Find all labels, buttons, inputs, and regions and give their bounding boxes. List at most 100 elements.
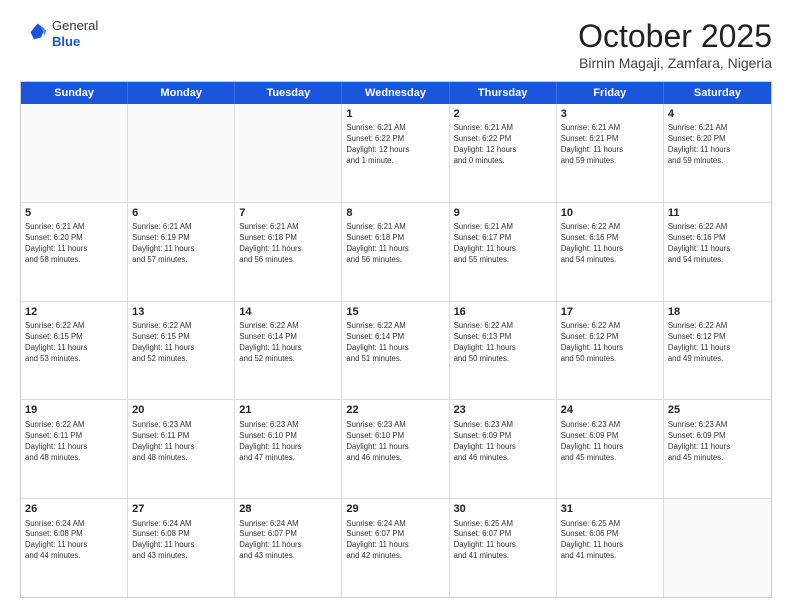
day-number: 30 <box>454 502 552 517</box>
calendar-body: 1Sunrise: 6:21 AMSunset: 6:22 PMDaylight… <box>21 104 771 597</box>
cell-info: Sunset: 6:08 PM <box>25 529 123 540</box>
cell-info: Sunrise: 6:23 AM <box>239 420 337 431</box>
calendar-header: SundayMondayTuesdayWednesdayThursdayFrid… <box>21 82 771 104</box>
calendar-cell: 5Sunrise: 6:21 AMSunset: 6:20 PMDaylight… <box>21 203 128 301</box>
cell-info: and 44 minutes. <box>25 551 123 562</box>
cell-info: and 56 minutes. <box>239 255 337 266</box>
cell-info: Daylight: 11 hours <box>346 442 444 453</box>
cell-info: Sunset: 6:11 PM <box>132 431 230 442</box>
cell-info: Sunrise: 6:21 AM <box>668 123 767 134</box>
cell-info: Daylight: 11 hours <box>132 244 230 255</box>
cell-info: Sunset: 6:15 PM <box>25 332 123 343</box>
logo-text: General Blue <box>52 18 98 49</box>
calendar-cell: 13Sunrise: 6:22 AMSunset: 6:15 PMDayligh… <box>128 302 235 400</box>
calendar-cell: 16Sunrise: 6:22 AMSunset: 6:13 PMDayligh… <box>450 302 557 400</box>
cell-info: Sunset: 6:16 PM <box>668 233 767 244</box>
cell-info: Sunrise: 6:21 AM <box>454 222 552 233</box>
cell-info: Sunset: 6:17 PM <box>454 233 552 244</box>
day-number: 17 <box>561 305 659 320</box>
cell-info: Sunset: 6:13 PM <box>454 332 552 343</box>
weekday-header-friday: Friday <box>557 82 664 104</box>
day-number: 14 <box>239 305 337 320</box>
cell-info: and 41 minutes. <box>454 551 552 562</box>
cell-info: and 43 minutes. <box>239 551 337 562</box>
day-number: 1 <box>346 107 444 122</box>
cell-info: Sunrise: 6:24 AM <box>239 519 337 530</box>
cell-info: and 0 minutes. <box>454 156 552 167</box>
cell-info: Sunset: 6:07 PM <box>346 529 444 540</box>
title-area: October 2025 Birnin Magaji, Zamfara, Nig… <box>578 18 772 71</box>
cell-info: Sunset: 6:14 PM <box>239 332 337 343</box>
cell-info: and 57 minutes. <box>132 255 230 266</box>
cell-info: Sunset: 6:12 PM <box>561 332 659 343</box>
cell-info: Daylight: 11 hours <box>25 343 123 354</box>
calendar-row-1: 5Sunrise: 6:21 AMSunset: 6:20 PMDaylight… <box>21 203 771 302</box>
calendar-cell: 27Sunrise: 6:24 AMSunset: 6:08 PMDayligh… <box>128 499 235 597</box>
cell-info: Sunset: 6:08 PM <box>132 529 230 540</box>
cell-info: Sunset: 6:07 PM <box>454 529 552 540</box>
logo-general: General <box>52 18 98 34</box>
cell-info: Sunrise: 6:24 AM <box>346 519 444 530</box>
cell-info: Daylight: 11 hours <box>454 442 552 453</box>
cell-info: Sunrise: 6:23 AM <box>132 420 230 431</box>
cell-info: Sunset: 6:14 PM <box>346 332 444 343</box>
calendar-cell: 11Sunrise: 6:22 AMSunset: 6:16 PMDayligh… <box>664 203 771 301</box>
calendar-cell: 2Sunrise: 6:21 AMSunset: 6:22 PMDaylight… <box>450 104 557 202</box>
cell-info: Sunset: 6:19 PM <box>132 233 230 244</box>
month-title: October 2025 <box>578 18 772 55</box>
cell-info: and 52 minutes. <box>239 354 337 365</box>
day-number: 21 <box>239 403 337 418</box>
day-number: 8 <box>346 206 444 221</box>
cell-info: and 1 minute. <box>346 156 444 167</box>
day-number: 28 <box>239 502 337 517</box>
day-number: 22 <box>346 403 444 418</box>
cell-info: and 59 minutes. <box>561 156 659 167</box>
cell-info: Sunrise: 6:22 AM <box>132 321 230 332</box>
cell-info: Sunrise: 6:21 AM <box>454 123 552 134</box>
day-number: 6 <box>132 206 230 221</box>
cell-info: Sunset: 6:15 PM <box>132 332 230 343</box>
day-number: 4 <box>668 107 767 122</box>
cell-info: Sunrise: 6:21 AM <box>561 123 659 134</box>
cell-info: and 49 minutes. <box>668 354 767 365</box>
cell-info: Sunrise: 6:23 AM <box>454 420 552 431</box>
cell-info: Sunset: 6:09 PM <box>454 431 552 442</box>
day-number: 31 <box>561 502 659 517</box>
calendar-cell: 7Sunrise: 6:21 AMSunset: 6:18 PMDaylight… <box>235 203 342 301</box>
day-number: 24 <box>561 403 659 418</box>
cell-info: Sunrise: 6:24 AM <box>25 519 123 530</box>
day-number: 23 <box>454 403 552 418</box>
weekday-header-monday: Monday <box>128 82 235 104</box>
calendar-cell: 21Sunrise: 6:23 AMSunset: 6:10 PMDayligh… <box>235 400 342 498</box>
cell-info: and 59 minutes. <box>668 156 767 167</box>
logo-blue: Blue <box>52 34 98 50</box>
calendar-cell: 25Sunrise: 6:23 AMSunset: 6:09 PMDayligh… <box>664 400 771 498</box>
day-number: 10 <box>561 206 659 221</box>
cell-info: Sunrise: 6:25 AM <box>561 519 659 530</box>
cell-info: Sunrise: 6:22 AM <box>239 321 337 332</box>
calendar-cell: 12Sunrise: 6:22 AMSunset: 6:15 PMDayligh… <box>21 302 128 400</box>
calendar-cell: 1Sunrise: 6:21 AMSunset: 6:22 PMDaylight… <box>342 104 449 202</box>
weekday-header-wednesday: Wednesday <box>342 82 449 104</box>
cell-info: Daylight: 11 hours <box>132 343 230 354</box>
cell-info: Daylight: 11 hours <box>454 244 552 255</box>
calendar-cell: 3Sunrise: 6:21 AMSunset: 6:21 PMDaylight… <box>557 104 664 202</box>
cell-info: and 54 minutes. <box>561 255 659 266</box>
cell-info: and 54 minutes. <box>668 255 767 266</box>
calendar-cell: 9Sunrise: 6:21 AMSunset: 6:17 PMDaylight… <box>450 203 557 301</box>
cell-info: Sunrise: 6:22 AM <box>561 222 659 233</box>
cell-info: and 50 minutes. <box>454 354 552 365</box>
day-number: 18 <box>668 305 767 320</box>
calendar-cell <box>128 104 235 202</box>
cell-info: Sunset: 6:16 PM <box>561 233 659 244</box>
cell-info: Daylight: 11 hours <box>561 145 659 156</box>
calendar-cell: 22Sunrise: 6:23 AMSunset: 6:10 PMDayligh… <box>342 400 449 498</box>
day-number: 11 <box>668 206 767 221</box>
cell-info: Daylight: 11 hours <box>25 540 123 551</box>
cell-info: Daylight: 11 hours <box>239 540 337 551</box>
day-number: 3 <box>561 107 659 122</box>
cell-info: Sunrise: 6:23 AM <box>561 420 659 431</box>
cell-info: Daylight: 11 hours <box>561 540 659 551</box>
day-number: 12 <box>25 305 123 320</box>
cell-info: and 48 minutes. <box>25 453 123 464</box>
